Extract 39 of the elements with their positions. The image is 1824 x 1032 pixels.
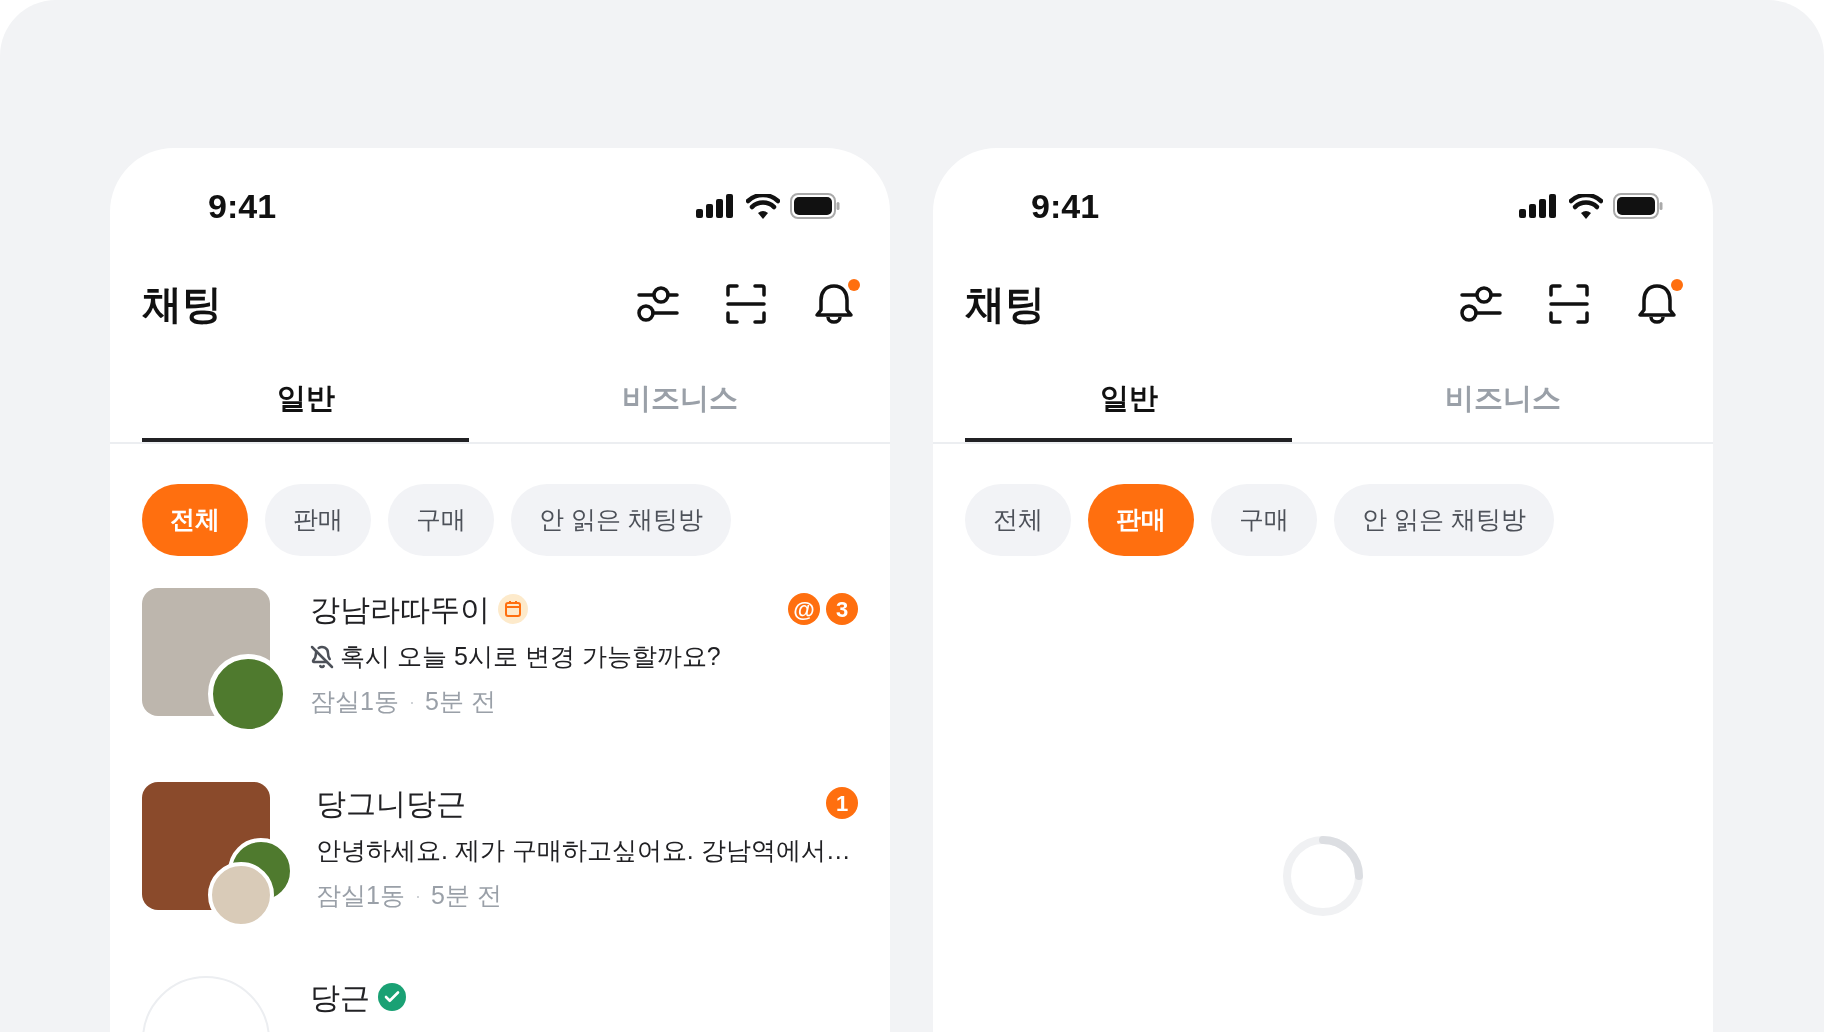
screen-title: 채팅 xyxy=(965,281,1045,328)
chat-location: 잠실1동 xyxy=(316,880,405,912)
wifi-icon xyxy=(746,193,780,219)
last-message: 안녕하세요. 제가 구매하고싶어요. 강남역에서… xyxy=(316,835,851,867)
separator-dot: · xyxy=(414,884,421,908)
signal-icon xyxy=(1519,194,1559,218)
screen-title: 채팅 xyxy=(142,281,222,328)
chat-location: 잠실1동 xyxy=(310,686,399,718)
filter-chip[interactable]: 구매 xyxy=(388,484,494,556)
battery-icon xyxy=(1613,193,1663,219)
tab[interactable]: 일반 xyxy=(142,360,469,442)
chat-user-name: 당근 xyxy=(310,979,370,1016)
verified-badge-icon xyxy=(378,983,406,1011)
chat-time: 5분 전 xyxy=(430,880,502,912)
mention-badge: @ xyxy=(788,593,820,625)
tab[interactable]: 일반 xyxy=(965,360,1292,442)
filter-chip[interactable]: 안 읽은 채팅방 xyxy=(511,484,731,556)
last-message: 혹시 오늘 5시로 변경 가능할까요? xyxy=(340,641,721,673)
chat-user-name: 강남라따뚜이 xyxy=(310,591,490,628)
separator-dot: · xyxy=(408,690,415,714)
chat-list-item[interactable]: 강남라따뚜이 @ 3 혹시 오늘 5시로 변경 가능할까요? 잠실1동 · 5분 전 xyxy=(110,566,890,760)
unread-count-badge: 3 xyxy=(826,593,858,625)
filter-chip[interactable]: 판매 xyxy=(265,484,371,556)
scan-icon[interactable] xyxy=(724,282,768,326)
chat-user-name: 당그니당근 xyxy=(316,785,466,822)
battery-icon xyxy=(790,193,840,219)
chat-list-item[interactable]: 당그니당근 1 안녕하세요. 제가 구매하고싶어요. 강남역에서… 잠실1동 · 5분 전 xyxy=(110,760,890,954)
scan-icon[interactable] xyxy=(1547,282,1591,326)
status-time: 9:41 xyxy=(208,189,277,223)
chat-list-item[interactable]: 당근 xyxy=(110,954,890,1032)
filter-chip[interactable]: 구매 xyxy=(1211,484,1317,556)
filter-chip[interactable]: 전체 xyxy=(965,484,1071,556)
calendar-badge-icon xyxy=(498,594,528,624)
filter-chip[interactable]: 안 읽은 채팅방 xyxy=(1334,484,1554,556)
signal-icon xyxy=(696,194,736,218)
status-time: 9:41 xyxy=(1031,189,1100,223)
unread-count-badge: 1 xyxy=(826,787,858,819)
chat-time: 5분 전 xyxy=(424,686,496,718)
wifi-icon xyxy=(1569,193,1603,219)
